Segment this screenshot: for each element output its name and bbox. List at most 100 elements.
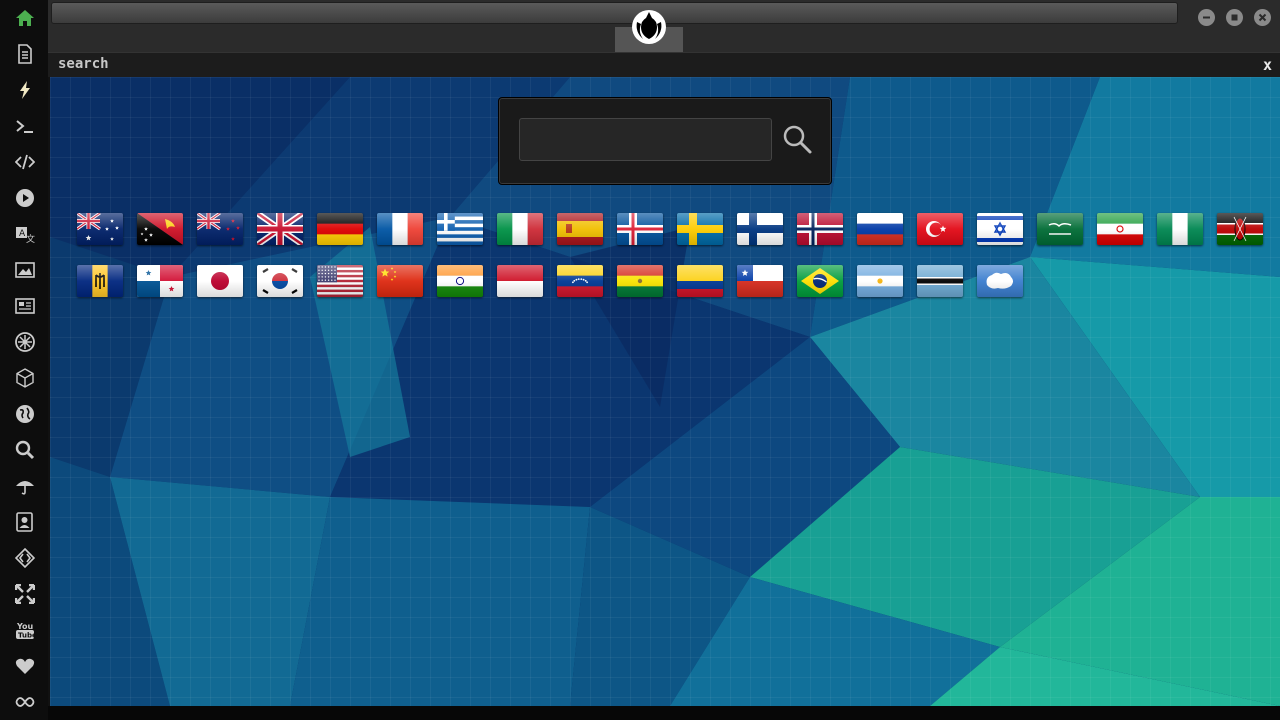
flag-brazil-icon xyxy=(797,265,843,297)
sidebar-item-translate[interactable]: A文 xyxy=(12,221,38,247)
translate-icon: A文 xyxy=(16,227,35,244)
minimize-icon[interactable] xyxy=(1198,9,1215,26)
flag-israel[interactable] xyxy=(977,213,1023,245)
flag-australia[interactable] xyxy=(77,213,123,245)
flag-norway[interactable] xyxy=(797,213,843,245)
sidebar-item-search[interactable] xyxy=(12,437,38,463)
flag-australia-icon xyxy=(77,213,123,245)
flag-greece[interactable] xyxy=(437,213,483,245)
sidebar-item-cube[interactable] xyxy=(12,365,38,391)
sidebar-item-expand[interactable] xyxy=(12,581,38,607)
flag-iran[interactable] xyxy=(1097,213,1143,245)
flag-india-icon xyxy=(437,265,483,297)
sidebar-item-source-code[interactable] xyxy=(12,545,38,571)
flag-chile[interactable] xyxy=(737,265,783,297)
flag-antarctica-icon xyxy=(977,265,1023,297)
flag-argentina-icon xyxy=(857,265,903,297)
flag-united-kingdom[interactable] xyxy=(257,213,303,245)
search-icon[interactable] xyxy=(781,123,813,155)
flag-botswana[interactable] xyxy=(917,265,963,297)
address-bar[interactable] xyxy=(51,2,1178,24)
flag-south-korea[interactable] xyxy=(257,265,303,297)
rebel-alliance-icon xyxy=(15,332,35,352)
flag-sweden[interactable] xyxy=(677,213,723,245)
flag-japan[interactable] xyxy=(197,265,243,297)
flag-italy-icon xyxy=(497,213,543,245)
search-input[interactable] xyxy=(519,118,772,161)
sidebar-item-infinity[interactable] xyxy=(12,689,38,715)
flag-iran-icon xyxy=(1097,213,1143,245)
sidebar-item-document[interactable] xyxy=(12,41,38,67)
sidebar-item-play[interactable] xyxy=(12,185,38,211)
flag-turkey[interactable] xyxy=(917,213,963,245)
flag-barbados[interactable] xyxy=(77,265,123,297)
globe-icon xyxy=(16,405,34,423)
flag-united-states-icon xyxy=(317,265,363,297)
flag-germany-icon xyxy=(317,213,363,245)
flag-greece-icon xyxy=(437,213,483,245)
infinity-icon xyxy=(15,697,35,707)
flag-spain-icon xyxy=(557,213,603,245)
expand-icon xyxy=(15,584,35,604)
sidebar-item-code[interactable] xyxy=(12,149,38,175)
svg-text:Tube: Tube xyxy=(18,632,35,640)
panel-header: search x xyxy=(48,52,1280,77)
sidebar-item-rebel-alliance[interactable] xyxy=(12,329,38,355)
close-icon[interactable] xyxy=(1254,9,1271,26)
flag-colombia-icon xyxy=(677,265,723,297)
flag-new-zealand-icon xyxy=(197,213,243,245)
flag-kenya-icon xyxy=(1217,213,1263,245)
flag-russia-icon xyxy=(857,213,903,245)
flag-china[interactable] xyxy=(377,265,423,297)
flag-iceland[interactable] xyxy=(617,213,663,245)
sidebar-item-terminal[interactable] xyxy=(12,113,38,139)
maximize-icon[interactable] xyxy=(1226,9,1243,26)
content-area xyxy=(50,77,1280,706)
sidebar-item-image[interactable] xyxy=(12,257,38,283)
lightning-icon xyxy=(20,81,30,99)
flag-italy[interactable] xyxy=(497,213,543,245)
top-bar xyxy=(48,0,1280,52)
sidebar-item-contacts[interactable] xyxy=(12,509,38,535)
flag-papua-new-guinea[interactable] xyxy=(137,213,183,245)
flag-new-zealand[interactable] xyxy=(197,213,243,245)
flag-bolivia[interactable] xyxy=(617,265,663,297)
sidebar-item-news[interactable] xyxy=(12,293,38,319)
flag-kenya[interactable] xyxy=(1217,213,1263,245)
flag-united-states[interactable] xyxy=(317,265,363,297)
flag-finland-icon xyxy=(737,213,783,245)
bottom-bar xyxy=(48,706,1280,720)
flag-germany[interactable] xyxy=(317,213,363,245)
svg-text:A: A xyxy=(19,229,26,239)
home-icon xyxy=(16,10,34,26)
flag-panama[interactable] xyxy=(137,265,183,297)
flag-indonesia[interactable] xyxy=(497,265,543,297)
flag-antarctica[interactable] xyxy=(977,265,1023,297)
flag-nigeria[interactable] xyxy=(1157,213,1203,245)
flag-saudi-arabia[interactable] xyxy=(1037,213,1083,245)
flag-india[interactable] xyxy=(437,265,483,297)
flag-nigeria-icon xyxy=(1157,213,1203,245)
flag-venezuela[interactable] xyxy=(557,265,603,297)
flag-finland[interactable] xyxy=(737,213,783,245)
flag-russia[interactable] xyxy=(857,213,903,245)
sidebar-item-globe[interactable] xyxy=(12,401,38,427)
flag-argentina[interactable] xyxy=(857,265,903,297)
umbrella-icon xyxy=(16,481,34,495)
sidebar-item-heart[interactable] xyxy=(12,653,38,679)
flag-japan-icon xyxy=(197,265,243,297)
flag-france[interactable] xyxy=(377,213,423,245)
flag-colombia[interactable] xyxy=(677,265,723,297)
flag-norway-icon xyxy=(797,213,843,245)
contacts-icon xyxy=(16,512,33,532)
sidebar-item-lightning[interactable] xyxy=(12,77,38,103)
sidebar-item-youtube[interactable]: You Tube xyxy=(12,617,38,643)
flag-south-korea-icon xyxy=(257,265,303,297)
flag-brazil[interactable] xyxy=(797,265,843,297)
sidebar-item-umbrella[interactable] xyxy=(12,473,38,499)
code-icon xyxy=(15,154,35,170)
sidebar-item-home[interactable] xyxy=(12,5,38,31)
flag-spain[interactable] xyxy=(557,213,603,245)
flag-botswana-icon xyxy=(917,265,963,297)
panel-close-button[interactable]: x xyxy=(1263,56,1272,74)
